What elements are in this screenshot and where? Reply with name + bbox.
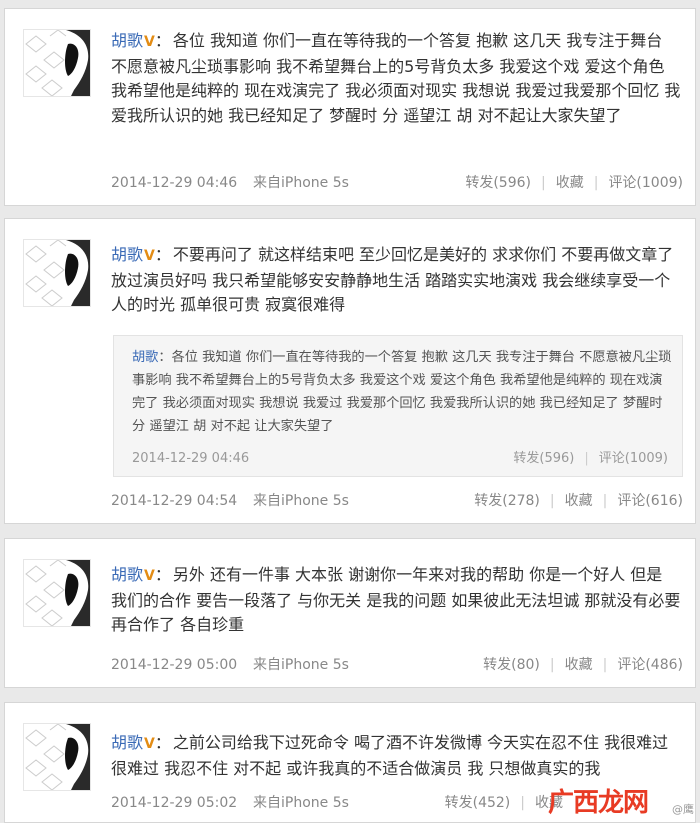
post-time[interactable]: 2014-12-29 05:00 — [111, 655, 237, 675]
post-source[interactable]: 来自iPhone 5s — [253, 655, 349, 675]
post-time[interactable]: 2014-12-29 04:46 — [111, 173, 237, 193]
watermark-handle: @鹰 — [672, 803, 694, 816]
post-meta: 2014-12-29 04:54 来自iPhone 5s 转发(278) | 收藏 |… — [111, 491, 683, 511]
post-text: 胡歌V： 另外 还有一件事 大本张 谢谢你一年来对我的帮助 你是一个好人 但是 我… — [111, 565, 681, 634]
favorite-button[interactable]: 收藏 — [565, 493, 593, 509]
weibo-post: 胡歌V： 另外 还有一件事 大本张 谢谢你一年来对我的帮助 你是一个好人 但是 我… — [4, 538, 696, 688]
favorite-button[interactable]: 收藏 — [556, 175, 584, 191]
quoted-body: 各位 我知道 你们一直在等待我的一个答复 抱歉 这几天 我专注于舞台 不愿意被凡… — [132, 350, 672, 434]
repost-button[interactable]: 转发(278) — [474, 493, 540, 509]
post-meta: 2014-12-29 04:46 来自iPhone 5s 转发(596) | 收藏 |… — [111, 173, 683, 193]
post-time[interactable]: 2014-12-29 05:02 — [111, 793, 237, 813]
avatar[interactable] — [23, 29, 91, 97]
weibo-post: 胡歌V： 各位 我知道 你们一直在等待我的一个答复 抱歉 这几天 我专注于舞台 不… — [4, 8, 696, 206]
post-source[interactable]: 来自iPhone 5s — [253, 173, 349, 193]
post-source[interactable]: 来自iPhone 5s — [253, 793, 349, 813]
verified-badge-icon: V — [144, 736, 155, 752]
avatar[interactable] — [23, 559, 91, 627]
verified-badge-icon: V — [144, 248, 155, 264]
post-text: 胡歌V： 之前公司给我下过死命令 喝了酒不许发微博 今天实在忍不住 我很难过 很难… — [111, 733, 669, 778]
post-body: 不要再问了 就这样结束吧 至少回忆是美好的 求求你们 不要再做文章了 放过演员好… — [111, 245, 674, 314]
post-source[interactable]: 来自iPhone 5s — [253, 491, 349, 511]
post-body: 各位 我知道 你们一直在等待我的一个答复 抱歉 这几天 我专注于舞台 不愿意被凡… — [111, 31, 681, 125]
avatar[interactable] — [23, 239, 91, 307]
post-text: 胡歌V： 各位 我知道 你们一直在等待我的一个答复 抱歉 这几天 我专注于舞台 不… — [111, 31, 681, 125]
author-link[interactable]: 胡歌 — [111, 565, 143, 584]
quoted-post: 胡歌：各位 我知道 你们一直在等待我的一个答复 抱歉 这几天 我专注于舞台 不愿… — [113, 335, 683, 477]
verified-badge-icon: V — [144, 34, 155, 50]
author-link[interactable]: 胡歌 — [111, 245, 143, 264]
post-body: 之前公司给我下过死命令 喝了酒不许发微博 今天实在忍不住 我很难过 很难过 我忍… — [111, 733, 669, 778]
verified-badge-icon: V — [144, 568, 155, 584]
quoted-text: 胡歌：各位 我知道 你们一直在等待我的一个答复 抱歉 这几天 我专注于舞台 不愿… — [132, 350, 672, 434]
quoted-meta: 2014-12-29 04:46 转发(596) | 评论(1009) — [132, 450, 668, 468]
repost-button[interactable]: 转发(452) — [445, 795, 511, 811]
post-time[interactable]: 2014-12-29 04:54 — [111, 491, 237, 511]
repost-button[interactable]: 转发(596) — [465, 175, 531, 191]
weibo-post: 胡歌V： 不要再问了 就这样结束吧 至少回忆是美好的 求求你们 不要再做文章了 放… — [4, 218, 696, 524]
quoted-repost-button[interactable]: 转发(596) — [513, 451, 574, 466]
quoted-comment-button[interactable]: 评论(1009) — [599, 451, 668, 466]
comment-button[interactable]: 评论(616) — [617, 493, 683, 509]
post-body: 另外 还有一件事 大本张 谢谢你一年来对我的帮助 你是一个好人 但是 我们的合作… — [111, 565, 681, 634]
quoted-time[interactable]: 2014-12-29 04:46 — [132, 450, 249, 468]
avatar[interactable] — [23, 723, 91, 791]
quoted-author-link[interactable]: 胡歌 — [132, 350, 158, 365]
author-link[interactable]: 胡歌 — [111, 31, 143, 50]
author-link[interactable]: 胡歌 — [111, 733, 143, 752]
post-meta: 2014-12-29 05:00 来自iPhone 5s 转发(80) | 收藏 | 评… — [111, 655, 683, 675]
watermark-logo: 广西龙网 — [547, 788, 649, 818]
comment-button[interactable]: 评论(1009) — [608, 175, 683, 191]
repost-button[interactable]: 转发(80) — [483, 657, 540, 673]
favorite-button[interactable]: 收藏 — [565, 657, 593, 673]
post-text: 胡歌V： 不要再问了 就这样结束吧 至少回忆是美好的 求求你们 不要再做文章了 放… — [111, 245, 674, 314]
comment-button[interactable]: 评论(486) — [617, 657, 683, 673]
